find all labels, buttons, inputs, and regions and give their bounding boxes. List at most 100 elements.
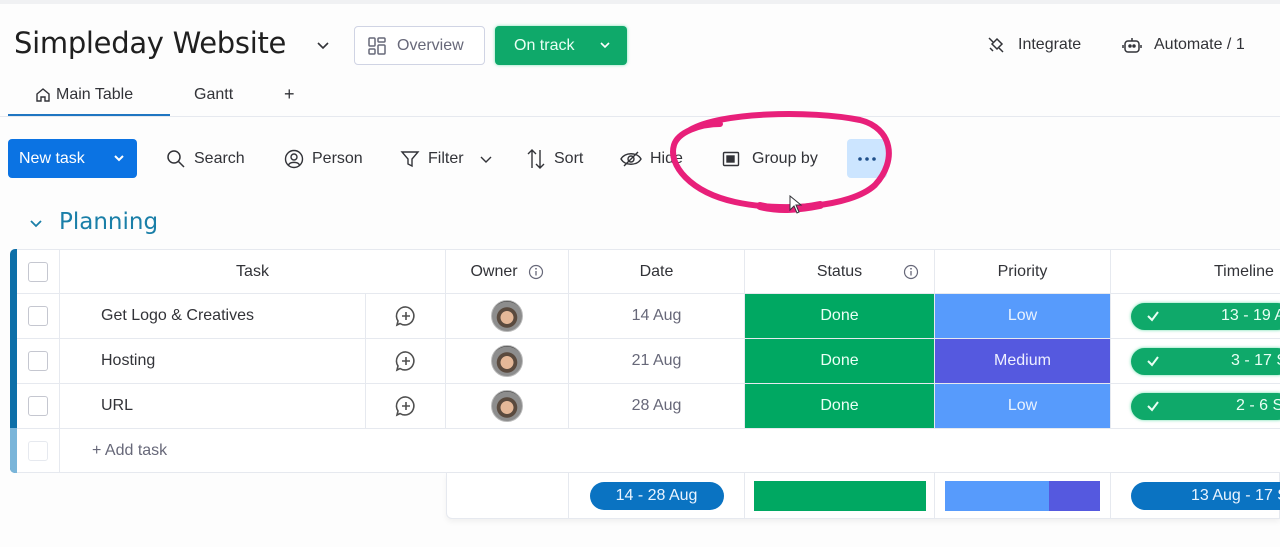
overview-label: Overview xyxy=(397,36,464,54)
eye-hidden-icon xyxy=(620,151,642,167)
info-icon[interactable] xyxy=(528,264,544,280)
timeline-cell[interactable]: 13 - 19 Aug xyxy=(1111,294,1280,338)
filter-button[interactable]: Filter xyxy=(400,146,494,172)
add-update-icon[interactable] xyxy=(394,304,418,328)
info-icon[interactable] xyxy=(903,264,919,280)
task-name: URL xyxy=(101,397,134,414)
avatar[interactable] xyxy=(491,390,523,422)
owner-cell[interactable] xyxy=(446,294,569,338)
summary-status-distribution-bar[interactable] xyxy=(753,480,926,511)
active-tab-indicator xyxy=(8,114,170,116)
add-task-input[interactable]: + Add task xyxy=(60,429,1280,472)
updates-cell[interactable] xyxy=(366,384,446,428)
chevron-down-icon[interactable] xyxy=(113,152,125,164)
updates-cell[interactable] xyxy=(366,339,446,383)
status-cell[interactable]: Done xyxy=(745,339,935,383)
new-task-button[interactable]: New task xyxy=(8,139,137,178)
task-name-cell[interactable]: Get Logo & Creatives xyxy=(60,294,366,338)
overview-button[interactable]: Overview xyxy=(354,26,485,65)
table-row[interactable]: Get Logo & Creatives 14 Aug Done Low 13 … xyxy=(17,294,1280,339)
group-by-button[interactable]: Group by xyxy=(722,146,818,172)
board-status-button[interactable]: On track xyxy=(495,26,627,65)
group-title[interactable]: Planning xyxy=(59,209,158,235)
status-cell[interactable]: Done xyxy=(745,384,935,428)
person-filter-button[interactable]: Person xyxy=(284,146,363,172)
task-name-cell[interactable]: Hosting xyxy=(60,339,366,383)
priority-label: Low xyxy=(1007,397,1038,414)
add-update-icon[interactable] xyxy=(394,394,418,418)
more-actions-button[interactable] xyxy=(847,139,887,178)
summary-timeline-pill[interactable]: 13 Aug - 17 Sep xyxy=(1131,482,1280,510)
tab-gantt[interactable]: Gantt xyxy=(194,86,233,104)
checkmark-icon xyxy=(1147,401,1159,412)
hide-columns-button[interactable]: Hide xyxy=(620,146,683,172)
owner-cell[interactable] xyxy=(446,384,569,428)
tab-gantt-label: Gantt xyxy=(194,86,234,103)
integrate-label: Integrate xyxy=(1018,36,1082,53)
row-checkbox[interactable] xyxy=(28,351,48,371)
row-checkbox[interactable] xyxy=(28,396,48,416)
group-collapse-chevron-icon[interactable] xyxy=(28,218,44,230)
timeline-pill[interactable]: 2 - 6 Sep xyxy=(1131,393,1280,420)
timeline-pill[interactable]: 3 - 17 Sep xyxy=(1131,348,1280,375)
column-header-owner-label: Owner xyxy=(470,262,518,280)
board-title-chevron-icon[interactable] xyxy=(316,38,330,52)
row-checkbox[interactable] xyxy=(28,306,48,326)
column-header-date-label: Date xyxy=(639,262,674,280)
table-header-row: Task Owner Date Status Priority Timeline xyxy=(17,249,1280,294)
integrate-plug-icon xyxy=(988,37,1004,53)
automate-button[interactable]: Automate / 1 xyxy=(1122,30,1245,60)
filter-funnel-icon xyxy=(400,151,420,168)
group-table: Task Owner Date Status Priority Timeline… xyxy=(10,249,1280,473)
summary-status-cell xyxy=(745,473,935,518)
chevron-down-icon[interactable] xyxy=(478,153,494,165)
row-select-cell xyxy=(17,294,60,338)
robot-icon xyxy=(1122,38,1142,53)
row-select-cell xyxy=(17,429,60,472)
avatar[interactable] xyxy=(491,300,523,332)
add-task-row[interactable]: + Add task xyxy=(17,429,1280,473)
top-strip xyxy=(0,0,1280,4)
date-cell[interactable]: 28 Aug xyxy=(569,384,745,428)
timeline-cell[interactable]: 3 - 17 Sep xyxy=(1111,339,1280,383)
column-header-task-label: Task xyxy=(236,262,269,280)
column-header-date[interactable]: Date xyxy=(569,250,745,293)
sort-arrows-icon xyxy=(527,149,545,169)
row-select-cell xyxy=(17,384,60,428)
status-label: Done xyxy=(820,307,859,324)
board-title[interactable]: Simpleday Website xyxy=(14,26,286,60)
summary-date-range-pill[interactable]: 14 - 28 Aug xyxy=(589,481,724,510)
task-name-cell[interactable]: URL xyxy=(60,384,366,428)
search-button[interactable]: Search xyxy=(166,146,245,172)
summary-priority-distribution-bar[interactable] xyxy=(944,480,1101,511)
timeline-pill[interactable]: 13 - 19 Aug xyxy=(1131,303,1280,330)
table-row[interactable]: URL 28 Aug Done Low 2 - 6 Sep xyxy=(17,384,1280,429)
date-value: 14 Aug xyxy=(631,307,682,324)
integrate-button[interactable]: Integrate xyxy=(986,30,1081,60)
add-update-icon[interactable] xyxy=(394,349,418,373)
date-cell[interactable]: 14 Aug xyxy=(569,294,745,338)
timeline-value: 2 - 6 Sep xyxy=(1236,397,1280,414)
hide-label: Hide xyxy=(650,150,683,167)
date-value: 28 Aug xyxy=(631,397,682,414)
owner-cell[interactable] xyxy=(446,339,569,383)
timeline-cell[interactable]: 2 - 6 Sep xyxy=(1111,384,1280,428)
priority-cell[interactable]: Low xyxy=(935,384,1111,428)
column-header-status[interactable]: Status xyxy=(745,250,935,293)
column-header-timeline[interactable]: Timeline xyxy=(1111,250,1280,293)
priority-label: Medium xyxy=(994,352,1051,369)
column-header-task[interactable]: Task xyxy=(60,250,446,293)
priority-cell[interactable]: Medium xyxy=(935,339,1111,383)
tab-main-table[interactable]: Main Table xyxy=(35,86,133,104)
updates-cell[interactable] xyxy=(366,294,446,338)
status-cell[interactable]: Done xyxy=(745,294,935,338)
column-header-owner[interactable]: Owner xyxy=(446,250,569,293)
avatar[interactable] xyxy=(491,345,523,377)
sort-button[interactable]: Sort xyxy=(526,146,583,172)
add-view-button[interactable]: + xyxy=(284,84,295,105)
select-all-checkbox[interactable] xyxy=(28,261,48,282)
priority-cell[interactable]: Low xyxy=(935,294,1111,338)
date-cell[interactable]: 21 Aug xyxy=(569,339,745,383)
column-header-priority[interactable]: Priority xyxy=(935,250,1111,293)
table-row[interactable]: Hosting 21 Aug Done Medium 3 - 17 Sep xyxy=(17,339,1280,384)
